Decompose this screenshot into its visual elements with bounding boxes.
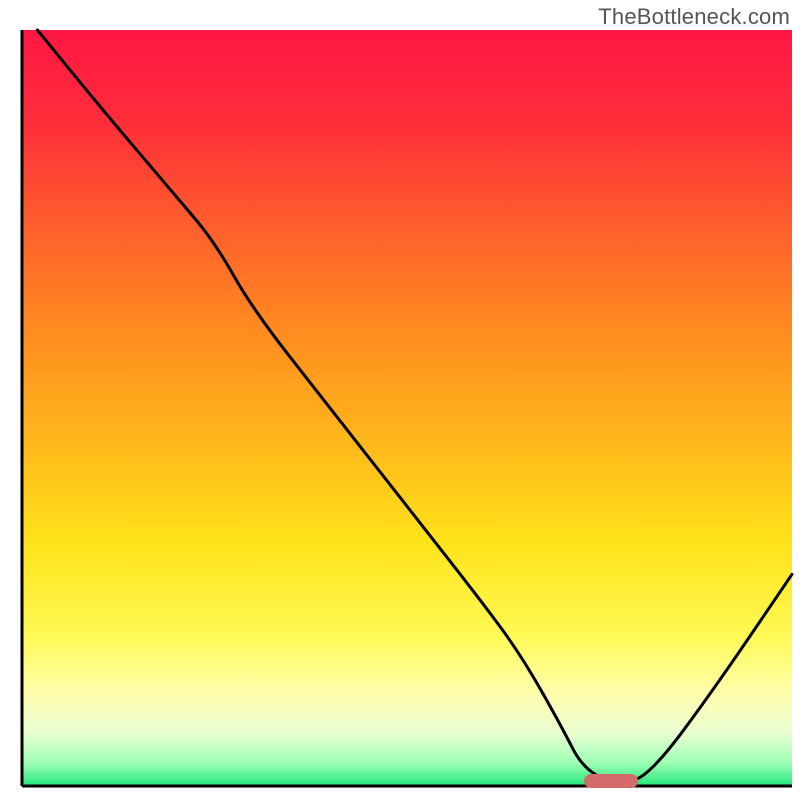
optimal-zone-marker bbox=[584, 774, 638, 788]
gradient-background bbox=[22, 30, 792, 786]
bottleneck-chart bbox=[0, 0, 800, 800]
watermark-text: TheBottleneck.com bbox=[598, 4, 790, 30]
chart-container: TheBottleneck.com bbox=[0, 0, 800, 800]
